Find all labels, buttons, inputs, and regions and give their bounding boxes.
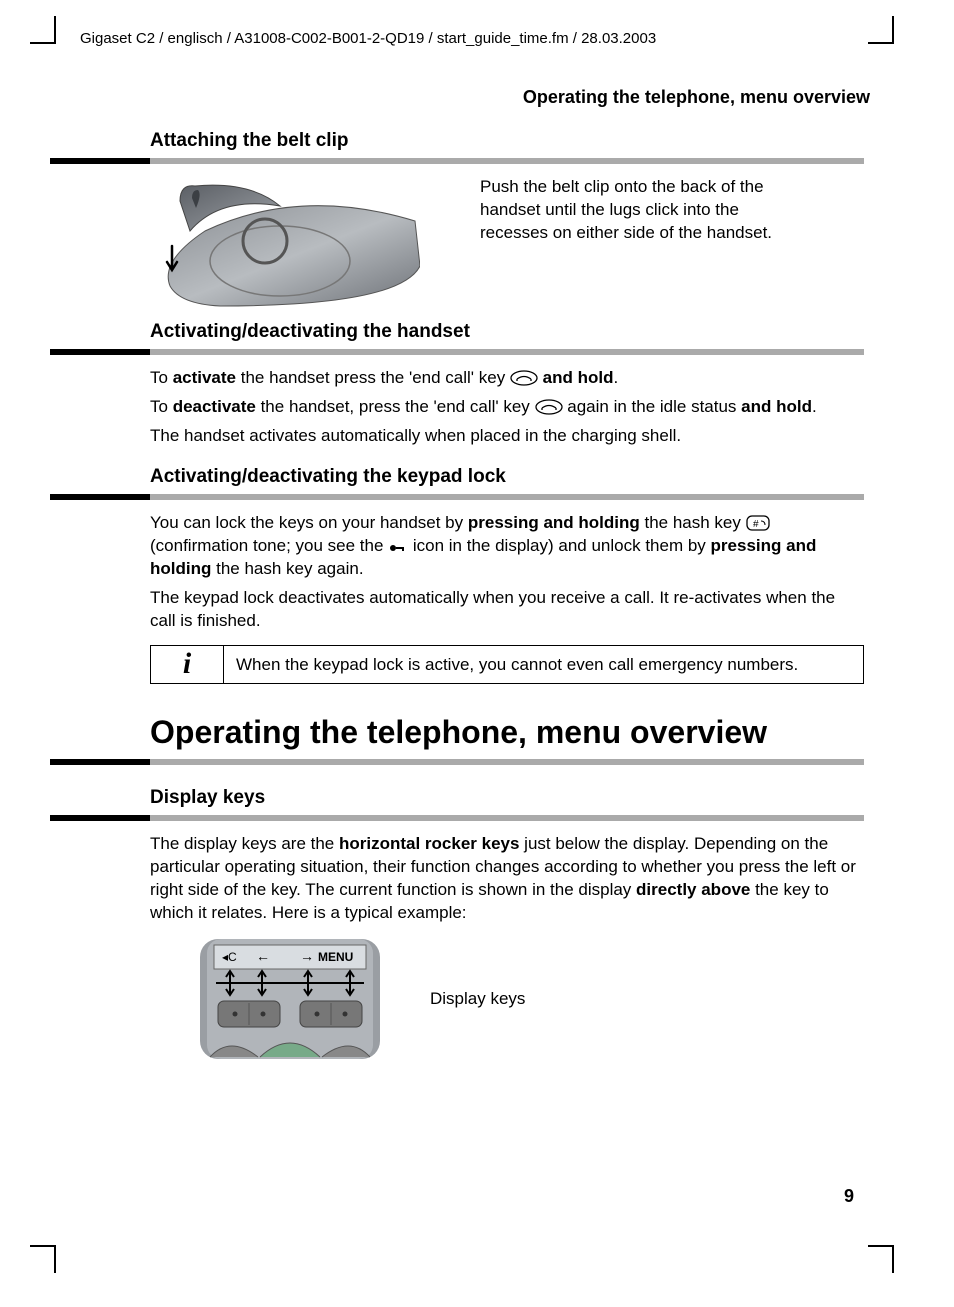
text: the hash key [640, 513, 746, 532]
svg-text:←: ← [256, 948, 270, 964]
crop-mark [892, 16, 894, 42]
svg-text:MENU: MENU [318, 950, 353, 964]
text-bold: pressing and holding [468, 513, 640, 532]
text: the handset press the 'end call' key [236, 368, 510, 387]
end-call-key-icon [535, 399, 563, 415]
text: . [614, 368, 619, 387]
text: The display keys are the [150, 834, 339, 853]
text-bold: directly above [636, 880, 750, 899]
text: the hash key again. [211, 559, 363, 578]
heading-keypad-lock: Activating/deactivating the keypad lock [150, 466, 864, 488]
text-bold: activate [173, 368, 236, 387]
paragraph: To activate the handset press the 'end c… [150, 367, 864, 390]
crop-mark [868, 42, 894, 44]
paragraph: You can lock the keys on your handset by… [150, 512, 864, 581]
end-call-key-icon [510, 370, 538, 386]
display-keys-illustration: ◂C ← → MENU [200, 939, 380, 1059]
paragraph: The keypad lock deactivates automaticall… [150, 587, 864, 633]
svg-text:→: → [300, 948, 314, 964]
section-rule [50, 494, 864, 500]
info-icon: i [151, 646, 224, 683]
text: To [150, 368, 173, 387]
hash-key-icon: # [746, 515, 770, 531]
paragraph: The handset activates automatically when… [150, 425, 864, 448]
crop-mark [54, 16, 56, 42]
text-bold: and hold [538, 368, 614, 387]
text: the handset, press the 'end call' key [256, 397, 535, 416]
section-rule [50, 815, 864, 821]
svg-text:◂C: ◂C [222, 950, 237, 964]
text: (confirmation tone; you see the [150, 536, 388, 555]
section-rule [50, 759, 864, 765]
heading-display-keys: Display keys [150, 787, 864, 809]
text: To [150, 397, 173, 416]
crop-mark [30, 42, 56, 44]
svg-text:#: # [753, 519, 759, 530]
text: again in the idle status [563, 397, 742, 416]
display-keys-caption: Display keys [430, 989, 525, 1009]
text-bold: horizontal rocker keys [339, 834, 519, 853]
text: . [812, 397, 817, 416]
info-text: When the keypad lock is active, you cann… [224, 646, 863, 683]
running-head: Operating the telephone, menu overview [90, 87, 870, 108]
info-box: i When the keypad lock is active, you ca… [150, 645, 864, 684]
doc-path-header: Gigaset C2 / englisch / A31008-C002-B001… [80, 30, 864, 47]
beltclip-text: Push the belt clip onto the back of the … [480, 176, 780, 245]
chapter-title: Operating the telephone, menu overview [150, 714, 864, 751]
crop-mark [868, 1245, 894, 1247]
heading-activate-handset: Activating/deactivating the handset [150, 321, 864, 343]
paragraph: The display keys are the horizontal rock… [150, 833, 864, 925]
text: icon in the display) and unlock them by [408, 536, 710, 555]
crop-mark [892, 1247, 894, 1273]
text: You can lock the keys on your handset by [150, 513, 468, 532]
text-bold: deactivate [173, 397, 256, 416]
section-rule [50, 158, 864, 164]
key-lock-icon [388, 542, 408, 554]
paragraph: To deactivate the handset, press the 'en… [150, 396, 864, 419]
page-number: 9 [844, 1186, 854, 1207]
section-rule [50, 349, 864, 355]
beltclip-illustration [150, 176, 420, 311]
text-bold: and hold [741, 397, 812, 416]
crop-mark [30, 1245, 56, 1247]
heading-beltclip: Attaching the belt clip [150, 130, 864, 152]
crop-mark [54, 1247, 56, 1273]
